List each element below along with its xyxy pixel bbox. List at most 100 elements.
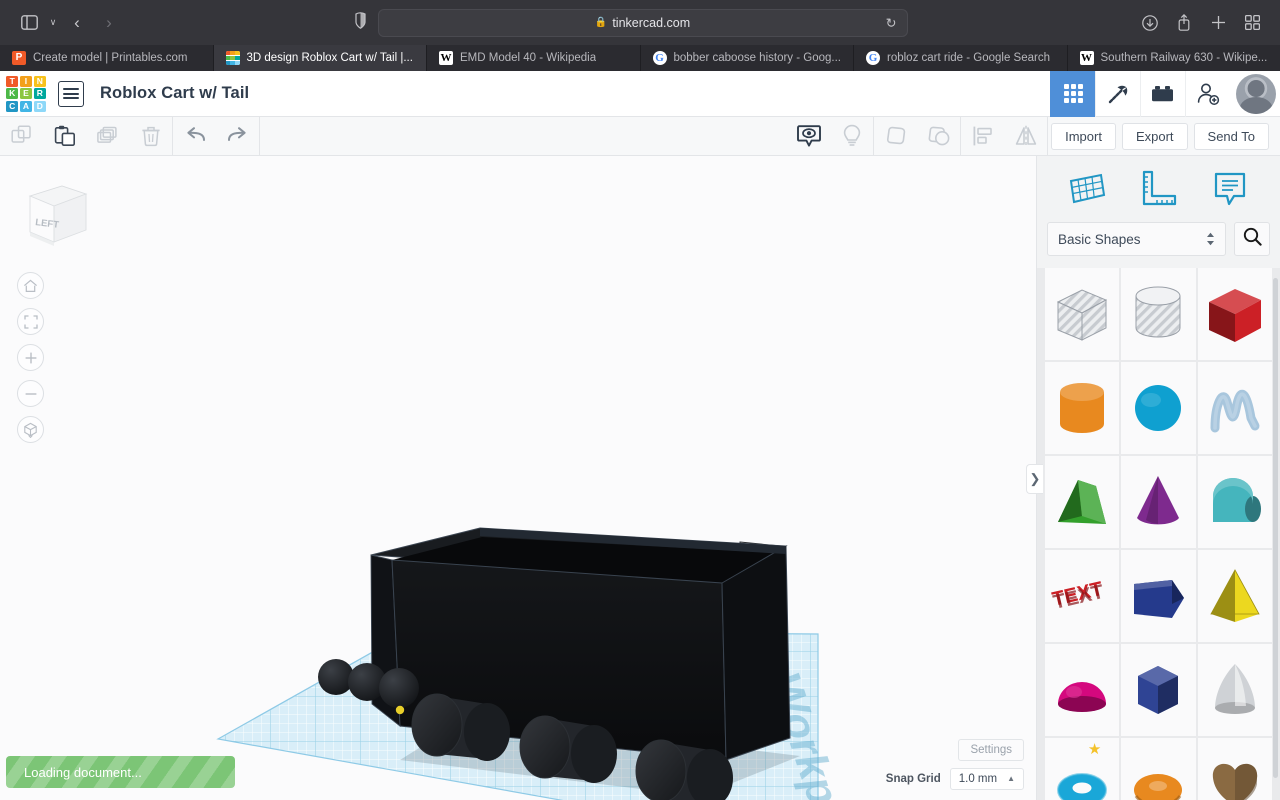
shape-tile-half-sphere[interactable]: [1045, 644, 1120, 736]
logo-tile-n: N: [33, 75, 46, 87]
workplane-tool[interactable]: [1064, 166, 1110, 212]
half-sphere-thumbnail: [1058, 682, 1107, 712]
url-bar[interactable]: 🔒 tinkercad.com ↻: [377, 8, 908, 37]
logo-tile-e: E: [19, 88, 33, 99]
snap-grid-select[interactable]: 1.0 mm ▲: [949, 768, 1024, 790]
copy-button[interactable]: [0, 117, 43, 156]
round-roof-thumbnail: [1212, 478, 1261, 522]
shape-tile-box[interactable]: [1197, 268, 1272, 360]
design-viewport[interactable]: LEFT Workplane Loading document... Setti…: [0, 156, 1036, 800]
grid-glyph: [1063, 84, 1083, 103]
shape-tile-scribble[interactable]: [1197, 362, 1272, 454]
tinkercad-icon: [225, 51, 240, 65]
forward-arrow-icon: ›: [106, 13, 112, 32]
browser-tab[interactable]: P Create model | Printables.com: [0, 45, 214, 71]
browser-tab[interactable]: W Southern Railway 630 - Wikipe...: [1068, 45, 1280, 71]
sphere-thumbnail: [1135, 385, 1182, 431]
sidebar-dropdown-caret[interactable]: ∨: [46, 17, 60, 28]
shape-tile-sphere[interactable]: [1121, 362, 1196, 454]
reload-button[interactable]: ↻: [886, 16, 897, 29]
shape-category-select[interactable]: Basic Shapes: [1047, 222, 1226, 256]
google-icon: G: [866, 51, 880, 65]
ungroup-button[interactable]: [917, 117, 960, 156]
shape-tile-pyramid[interactable]: [1197, 550, 1272, 642]
wikipedia-icon: W: [439, 51, 453, 65]
shape-tile-text[interactable]: TEXT TEXT: [1045, 550, 1120, 642]
browser-tab[interactable]: Gbobber caboose history - Goog...: [641, 45, 854, 71]
redo-button[interactable]: [216, 117, 259, 156]
shape-tile-paraboloid[interactable]: [1197, 644, 1272, 736]
scribble-thumbnail: [1210, 389, 1260, 433]
shape-tile-roof[interactable]: [1045, 456, 1120, 548]
ruler-tool[interactable]: [1135, 166, 1181, 212]
browser-tab[interactable]: 3D design Roblox Cart w/ Tail |...: [213, 45, 427, 71]
donut-thumbnail: [1134, 774, 1183, 800]
sidebar-toggle-icon[interactable]: [14, 9, 44, 37]
new-tab-plus-icon[interactable]: [1206, 9, 1230, 37]
shape-tile-hexagonal-prism[interactable]: [1121, 644, 1196, 736]
lego-brick-icon[interactable]: [1140, 70, 1185, 117]
group-button[interactable]: [874, 117, 917, 156]
search-icon: [1243, 227, 1262, 251]
address-bar-area: 🔒 tinkercad.com ↻: [124, 8, 1138, 37]
share-icon[interactable]: [1172, 9, 1196, 37]
shape-tile-heart[interactable]: [1197, 738, 1272, 800]
shape-tile-cylinder[interactable]: [1045, 362, 1120, 454]
url-text: tinkercad.com: [612, 15, 691, 30]
settings-button[interactable]: Settings: [958, 739, 1024, 761]
shapes-panel-scrollbar[interactable]: [1273, 278, 1278, 778]
project-list-menu-button[interactable]: [58, 80, 84, 107]
snap-grid-label: Snap Grid: [885, 773, 941, 785]
browser-chrome: ∨ ‹ › 🔒 tinkercad.com ↻: [0, 0, 1280, 45]
favicon-tile: [235, 51, 240, 56]
pickaxe-minecraft-icon[interactable]: [1095, 70, 1140, 117]
tinkercad-logo[interactable]: TIN KER CAD: [6, 75, 46, 112]
undo-button[interactable]: [173, 117, 216, 156]
tinkercad-app-header: TIN KER CAD Roblox Cart w/ Tail: [0, 70, 1280, 117]
tube-arrow-thumbnail: [1134, 580, 1185, 618]
show-hide-button[interactable]: [787, 117, 830, 156]
align-button[interactable]: [961, 117, 1004, 156]
shape-tile-cone[interactable]: [1121, 456, 1196, 548]
tab-overview-icon[interactable]: [1240, 9, 1264, 37]
forward-button[interactable]: ›: [94, 9, 124, 37]
export-button[interactable]: Export: [1121, 122, 1188, 150]
downloads-icon[interactable]: [1138, 9, 1162, 37]
shape-tile-box-hole[interactable]: [1045, 268, 1120, 360]
paste-button[interactable]: [43, 117, 86, 156]
star-badge-icon: ★: [1087, 741, 1102, 758]
import-button[interactable]: Import: [1051, 122, 1116, 150]
chevron-up-icon: ▲: [1007, 774, 1015, 783]
apps-grid-icon[interactable]: [1050, 70, 1095, 117]
editor-toolbar: Import Export Send To: [0, 116, 1280, 156]
shape-tile-round-roof[interactable]: [1197, 456, 1272, 548]
google-icon: G: [652, 51, 667, 65]
shield-privacy-icon[interactable]: [354, 11, 366, 34]
shape-tile-torus[interactable]: ★: [1045, 738, 1120, 800]
browser-right-controls: [1138, 9, 1280, 37]
tab-title: robloz cart ride - Google Search: [887, 52, 1050, 64]
roblox-cart-with-tail-model[interactable]: Workplane: [0, 156, 1036, 800]
send-to-button[interactable]: Send To: [1193, 122, 1269, 150]
shape-tile-donut[interactable]: [1121, 738, 1196, 800]
note-tool[interactable]: [1207, 166, 1253, 212]
logo-tile-t: T: [6, 75, 19, 87]
shape-tile-tube-arrow[interactable]: [1121, 550, 1196, 642]
box-hole-thumbnail: [1056, 289, 1108, 341]
add-person-icon[interactable]: [1185, 70, 1230, 117]
browser-tab[interactable]: W EMD Model 40 - Wikipedia: [427, 45, 641, 71]
browser-tab[interactable]: Grobloz cart ride - Google Search: [854, 45, 1068, 71]
mirror-flip-button[interactable]: [1004, 117, 1047, 156]
favicon-tile: [230, 51, 235, 56]
light-button[interactable]: [830, 117, 873, 156]
browser-nav-controls: ∨ ‹ ›: [0, 9, 124, 37]
delete-button[interactable]: [129, 117, 172, 156]
search-button[interactable]: [1234, 222, 1270, 256]
duplicate-button[interactable]: [86, 117, 129, 156]
back-button[interactable]: ‹: [62, 9, 92, 37]
snap-grid-row: Snap Grid 1.0 mm ▲: [886, 768, 1024, 790]
box-thumbnail: [1208, 289, 1261, 342]
user-avatar[interactable]: [1236, 73, 1276, 114]
panel-collapse-handle[interactable]: ❯: [1026, 464, 1043, 494]
shape-tile-cylinder-hole[interactable]: [1121, 268, 1196, 360]
